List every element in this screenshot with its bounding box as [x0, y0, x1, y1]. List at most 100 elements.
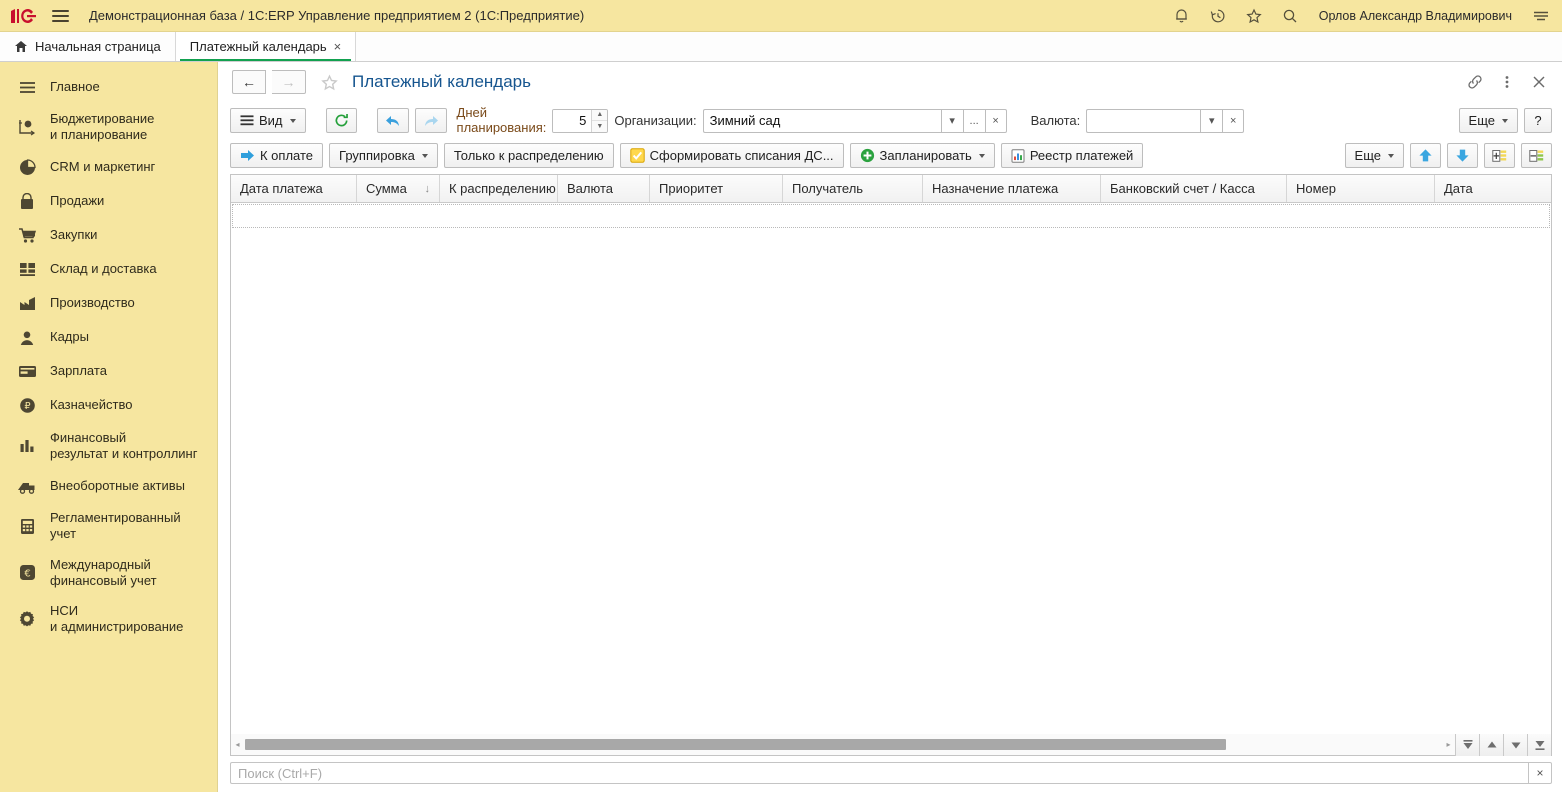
stepper-up-icon[interactable]: ▲: [592, 110, 608, 122]
history-icon[interactable]: [1205, 3, 1231, 29]
sidebar-item-financial-result[interactable]: Финансовый результат и контроллинг: [0, 423, 217, 470]
to-pay-button[interactable]: К оплате: [230, 143, 324, 169]
tab-close-icon[interactable]: ×: [334, 39, 342, 54]
last-record-icon: [1535, 740, 1544, 750]
sidebar-item-warehouse[interactable]: Склад и доставка: [0, 253, 217, 287]
forward-button[interactable]: →: [272, 70, 306, 94]
refresh-icon: [335, 113, 348, 127]
payment-registry-button[interactable]: Реестр платежей: [1000, 143, 1144, 169]
search-icon[interactable]: [1277, 3, 1303, 29]
redo-button[interactable]: [414, 108, 447, 134]
collapse-all-button[interactable]: [1521, 143, 1552, 169]
more-button-filters[interactable]: Еще: [1458, 108, 1518, 134]
organization-input[interactable]: [702, 108, 941, 133]
stepper-down-icon[interactable]: ▼: [592, 121, 607, 132]
column-header-to-distribute[interactable]: К распределению: [440, 175, 558, 203]
svg-text:€: €: [24, 569, 30, 580]
column-label: Получатель: [792, 181, 864, 197]
column-header-payment-purpose[interactable]: Назначение платежа: [923, 175, 1101, 203]
username-label[interactable]: Орлов Александр Владимирович: [1313, 9, 1518, 23]
column-header-number[interactable]: Номер: [1287, 175, 1435, 203]
page-title: Платежный календарь: [352, 72, 531, 91]
column-header-payment-date[interactable]: Дата платежа: [231, 175, 357, 203]
sidebar-item-regulated-accounting[interactable]: Регламентированный учет: [0, 503, 217, 550]
move-down-button[interactable]: [1447, 143, 1478, 169]
gear-icon: [16, 609, 38, 629]
sidebar-item-salary[interactable]: Зарплата: [0, 355, 217, 389]
sidebar-item-administration[interactable]: НСИ и администрирование: [0, 596, 217, 643]
more-vertical-icon[interactable]: [1494, 69, 1520, 95]
lines-icon: [240, 115, 254, 126]
sidebar: Главное Э Бюджетирование и планирование: [0, 62, 218, 792]
table-row-empty[interactable]: [232, 204, 1550, 229]
star-icon[interactable]: [1241, 3, 1267, 29]
sidebar-item-international-accounting[interactable]: € Международный финансовый учет: [0, 550, 217, 597]
last-record-button[interactable]: [1527, 733, 1551, 756]
tab-home[interactable]: Начальная страница: [0, 32, 176, 61]
view-label: Вид: [259, 113, 283, 129]
favorite-star-icon[interactable]: [316, 69, 342, 95]
hamburger-menu-icon[interactable]: [48, 8, 73, 24]
sidebar-item-sales[interactable]: Продажи: [0, 185, 217, 219]
expand-all-button[interactable]: [1484, 143, 1515, 169]
planning-days-input[interactable]: [553, 109, 592, 132]
column-header-amount[interactable]: Сумма ↓: [357, 175, 440, 203]
sidebar-item-production[interactable]: Производство: [0, 287, 217, 321]
search-clear-button[interactable]: ×: [1528, 762, 1552, 784]
currency-clear-button[interactable]: ×: [1222, 108, 1245, 133]
sidebar-item-treasury[interactable]: ₽ Казначейство: [0, 389, 217, 423]
more-button-actions[interactable]: Еще: [1344, 143, 1404, 169]
horizontal-scroll-track[interactable]: [244, 735, 1442, 755]
next-record-button[interactable]: [1503, 733, 1527, 756]
sidebar-item-hr[interactable]: Кадры: [0, 321, 217, 355]
organization-clear-button[interactable]: ×: [984, 108, 1007, 133]
column-header-bank-account[interactable]: Банковский счет / Касса: [1101, 175, 1287, 203]
sidebar-item-purchases[interactable]: Закупки: [0, 219, 217, 253]
undo-button[interactable]: [376, 108, 409, 134]
organization-label: Организации:: [614, 113, 697, 129]
close-icon[interactable]: [1526, 69, 1552, 95]
column-header-date[interactable]: Дата: [1435, 175, 1551, 202]
plan-button[interactable]: Запланировать: [849, 143, 995, 169]
bell-icon[interactable]: [1169, 3, 1195, 29]
grouping-button[interactable]: Группировка: [329, 143, 438, 169]
first-record-button[interactable]: [1455, 733, 1479, 756]
column-header-priority[interactable]: Приоритет: [650, 175, 783, 203]
undo-arrow-icon: [385, 115, 399, 126]
scroll-right-button[interactable]: ▸: [1442, 735, 1455, 755]
list-menu-icon[interactable]: [1528, 3, 1554, 29]
form-writeoff-button[interactable]: Сформировать списания ДС...: [619, 143, 844, 169]
tab-bar: Начальная страница Платежный календарь ×: [0, 32, 1562, 62]
organization-select-button[interactable]: ...: [962, 108, 985, 133]
only-distribution-button[interactable]: Только к распределению: [443, 143, 614, 169]
back-button[interactable]: ←: [232, 70, 266, 94]
link-icon[interactable]: [1462, 69, 1488, 95]
stepper-arrows[interactable]: ▲ ▼: [591, 109, 608, 132]
view-button[interactable]: Вид: [230, 108, 306, 134]
chevron-down-icon: [978, 153, 985, 158]
table-header-row: Дата платежа Сумма ↓ К распределению Вал…: [231, 175, 1551, 204]
first-record-icon: [1463, 739, 1472, 749]
organization-dropdown-button[interactable]: ▾: [940, 108, 963, 133]
sidebar-item-noncurrent-assets[interactable]: Внеоборотные активы: [0, 469, 217, 503]
move-up-button[interactable]: [1410, 143, 1441, 169]
page-header: ← → Платежный календарь: [218, 62, 1562, 102]
table-body[interactable]: [231, 203, 1551, 734]
prev-record-button[interactable]: [1479, 733, 1503, 756]
search-input[interactable]: [230, 762, 1528, 784]
form-writeoff-label: Сформировать списания ДС...: [649, 148, 834, 164]
scroll-left-button[interactable]: ◂: [231, 735, 244, 755]
refresh-button[interactable]: [325, 108, 357, 134]
tab-payment-calendar[interactable]: Платежный календарь ×: [175, 32, 357, 61]
sidebar-label: CRM и маркетинг: [50, 159, 156, 175]
help-button[interactable]: ?: [1524, 108, 1552, 134]
planning-days-stepper[interactable]: ▲ ▼: [552, 108, 609, 133]
currency-input[interactable]: [1086, 108, 1201, 133]
column-header-currency[interactable]: Валюта: [558, 175, 650, 203]
sidebar-item-glavnoe[interactable]: Главное: [0, 70, 217, 104]
sidebar-item-budgeting[interactable]: Э Бюджетирование и планирование: [0, 104, 217, 151]
column-header-recipient[interactable]: Получатель: [783, 175, 923, 203]
sidebar-item-crm[interactable]: CRM и маркетинг: [0, 151, 217, 185]
horizontal-scroll-thumb[interactable]: [245, 739, 1226, 750]
currency-dropdown-button[interactable]: ▾: [1200, 108, 1223, 133]
